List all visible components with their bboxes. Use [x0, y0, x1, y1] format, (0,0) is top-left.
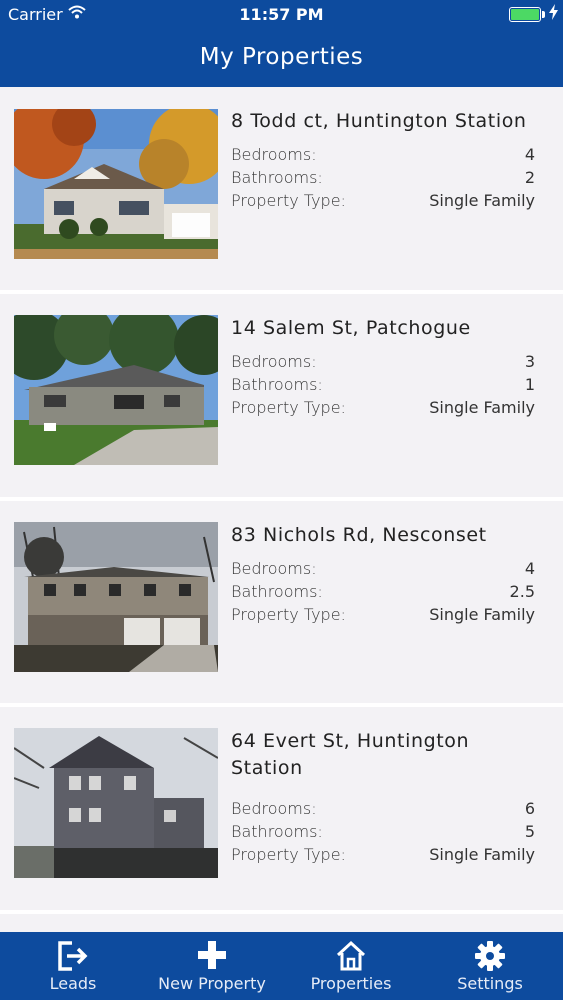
property-address[interactable]: 14 Salem St, Patchogue: [231, 315, 531, 342]
charging-icon: [549, 4, 558, 24]
status-time: 11:57 PM: [239, 5, 324, 24]
bedrooms-label: Bedrooms:: [231, 145, 317, 164]
property-photo: [14, 315, 218, 465]
property-type-value: Single Family: [429, 605, 535, 624]
bathrooms-value: 2: [524, 168, 535, 187]
bedrooms-value: 3: [524, 352, 535, 371]
property-card[interactable]: 8 Todd ct, Huntington Station Bedrooms: …: [0, 87, 563, 294]
bedrooms-label: Bedrooms:: [231, 799, 317, 818]
tab-label: Properties: [310, 974, 392, 993]
property-address[interactable]: 64 Evert St, Huntington Station: [231, 728, 531, 782]
bathrooms-value: 5: [524, 822, 535, 841]
bedrooms-label: Bedrooms:: [231, 559, 317, 578]
property-photo: [14, 109, 218, 259]
battery-icon: [509, 7, 541, 22]
property-type-value: Single Family: [429, 845, 535, 864]
bedrooms-label: Bedrooms:: [231, 352, 317, 371]
property-card[interactable]: 83 Nichols Rd, Nesconset Bedrooms: 4 Bat…: [0, 501, 563, 707]
tab-label: New Property: [158, 974, 266, 993]
property-address[interactable]: 83 Nichols Rd, Nesconset: [231, 522, 531, 549]
bathrooms-label: Bathrooms:: [231, 168, 323, 187]
property-list[interactable]: 8 Todd ct, Huntington Station Bedrooms: …: [0, 87, 563, 932]
bathrooms-label: Bathrooms:: [231, 375, 323, 394]
property-card[interactable]: 14 Salem St, Patchogue Bedrooms: 3 Bathr…: [0, 294, 563, 501]
property-type-label: Property Type:: [231, 191, 346, 210]
property-type-label: Property Type:: [231, 845, 346, 864]
tab-label: Settings: [457, 974, 523, 993]
property-photo: [14, 728, 218, 878]
tab-label: Leads: [49, 974, 97, 993]
bathrooms-label: Bathrooms:: [231, 582, 323, 601]
property-photo: [14, 522, 218, 672]
bathrooms-value: 1: [524, 375, 535, 394]
property-address[interactable]: 8 Todd ct, Huntington Station: [231, 108, 531, 135]
gear-icon: [474, 940, 506, 976]
tab-new-property[interactable]: New Property: [142, 932, 282, 1000]
home-icon: [335, 940, 367, 976]
bathrooms-value: 2.5: [509, 582, 535, 601]
property-type-value: Single Family: [429, 398, 535, 417]
bedrooms-value: 4: [524, 145, 535, 164]
property-type-value: Single Family: [429, 191, 535, 210]
property-card[interactable]: 64 Evert St, Huntington Station Bedrooms…: [0, 707, 563, 914]
plus-icon: [197, 940, 227, 974]
bedrooms-value: 4: [524, 559, 535, 578]
bathrooms-label: Bathrooms:: [231, 822, 323, 841]
nav-bar: My Properties: [0, 30, 563, 87]
property-type-label: Property Type:: [231, 398, 346, 417]
bedrooms-value: 6: [524, 799, 535, 818]
status-bar: Carrier 11:57 PM: [0, 0, 563, 30]
tab-bar: Leads New Property Properties Settings: [0, 932, 563, 1000]
tab-settings[interactable]: Settings: [420, 932, 560, 1000]
page-title: My Properties: [199, 44, 364, 70]
property-type-label: Property Type:: [231, 605, 346, 624]
battery-tip: [542, 11, 545, 18]
sign-out-icon: [56, 940, 90, 976]
tab-properties[interactable]: Properties: [281, 932, 421, 1000]
tab-leads[interactable]: Leads: [3, 932, 143, 1000]
